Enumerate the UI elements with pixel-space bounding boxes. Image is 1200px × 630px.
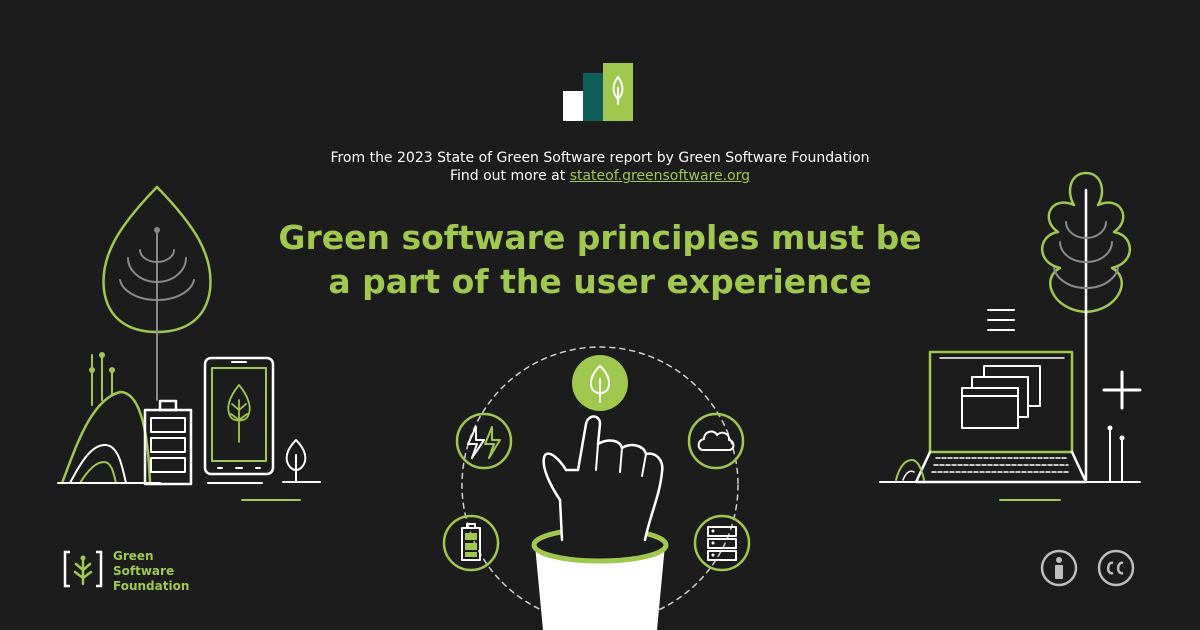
tree-icon	[102, 185, 212, 401]
menu-icon	[987, 309, 1015, 331]
org-name: Green Software Foundation	[113, 549, 189, 594]
org-name-line: Green	[113, 549, 154, 563]
gsf-logo-icon	[63, 550, 103, 588]
lightning-icon	[455, 412, 513, 470]
info-icon	[1040, 549, 1078, 587]
battery-small-icon	[442, 514, 500, 572]
org-name-line: Software	[113, 564, 175, 578]
tree-right-icon	[1041, 171, 1131, 482]
laptop-icon	[914, 350, 1088, 484]
plus-icon	[1102, 370, 1142, 410]
server-icon	[693, 514, 751, 572]
illustration	[57, 171, 1142, 630]
org-name-line: Foundation	[113, 579, 190, 593]
battery-icon	[143, 399, 193, 486]
phone-icon	[203, 356, 301, 501]
cloud-icon	[687, 412, 745, 470]
hand-icon	[542, 415, 664, 542]
leaf-icon	[572, 355, 628, 411]
cc-icon	[1097, 549, 1135, 587]
